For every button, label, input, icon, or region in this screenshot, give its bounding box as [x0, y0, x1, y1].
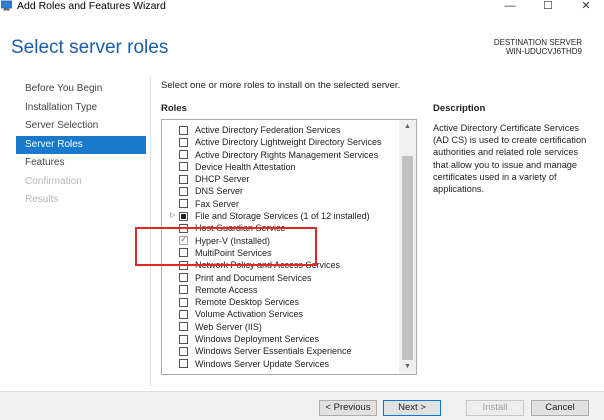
role-row[interactable]: Windows Server Update Services: [162, 358, 399, 370]
role-row[interactable]: Device Health Attestation: [162, 161, 399, 173]
role-label[interactable]: Remote Access: [195, 284, 258, 296]
role-row[interactable]: Volume Activation Services: [162, 308, 399, 320]
role-row[interactable]: Fax Server: [162, 198, 399, 210]
scroll-down-arrow-icon[interactable]: ▼: [399, 360, 416, 374]
role-row[interactable]: Windows Deployment Services: [162, 333, 399, 345]
role-label[interactable]: DHCP Server: [195, 173, 249, 185]
minimize-button[interactable]: —: [500, 0, 520, 12]
role-checkbox[interactable]: [179, 273, 188, 283]
role-checkbox[interactable]: [179, 137, 188, 147]
role-row[interactable]: Print and Document Services: [162, 272, 399, 284]
roles-heading: Roles: [161, 103, 187, 114]
role-checkbox[interactable]: [179, 174, 188, 184]
nav-item-server-roles[interactable]: Server Roles: [16, 135, 146, 154]
role-label[interactable]: File and Storage Services (1 of 12 insta…: [195, 210, 370, 222]
role-row[interactable]: Active Directory Rights Management Servi…: [162, 149, 399, 161]
role-label[interactable]: Web Server (IIS): [195, 321, 262, 333]
role-checkbox[interactable]: [179, 211, 188, 221]
nav-item-before-you-begin[interactable]: Before You Begin: [16, 80, 146, 99]
role-label[interactable]: Active Directory Federation Services: [195, 124, 341, 136]
cancel-button[interactable]: Cancel: [531, 400, 589, 416]
role-checkbox[interactable]: [179, 162, 188, 172]
role-checkbox[interactable]: [179, 334, 188, 344]
role-row[interactable]: Windows Server Essentials Experience: [162, 345, 399, 357]
role-row[interactable]: Active Directory Federation Services: [162, 124, 399, 136]
role-label[interactable]: Windows Server Essentials Experience: [195, 345, 352, 357]
role-checkbox[interactable]: [179, 322, 188, 332]
server-manager-icon: [1, 0, 12, 11]
install-button[interactable]: Install: [466, 400, 524, 416]
role-label[interactable]: DNS Server: [195, 185, 243, 197]
nav-item-features[interactable]: Features: [16, 154, 146, 173]
role-row[interactable]: Web Server (IIS): [162, 321, 399, 333]
role-row[interactable]: DNS Server: [162, 185, 399, 197]
role-label[interactable]: Device Health Attestation: [195, 161, 296, 173]
description-text: Active Directory Certificate Services (A…: [433, 123, 587, 195]
role-row[interactable]: Active Directory Lightweight Directory S…: [162, 136, 399, 148]
role-label[interactable]: Remote Desktop Services: [195, 296, 299, 308]
role-row[interactable]: DHCP Server: [162, 173, 399, 185]
scroll-up-arrow-icon[interactable]: ▲: [399, 120, 416, 134]
next-button[interactable]: Next >: [383, 400, 441, 416]
annotation-highlight-box: [135, 227, 317, 266]
nav-item-server-selection[interactable]: Server Selection: [16, 117, 146, 136]
role-label[interactable]: Active Directory Rights Management Servi…: [195, 149, 378, 161]
role-row[interactable]: Remote Desktop Services: [162, 296, 399, 308]
previous-button[interactable]: < Previous: [319, 400, 377, 416]
window-title: Add Roles and Features Wizard: [17, 0, 166, 12]
intro-text: Select one or more roles to install on t…: [161, 80, 401, 91]
title-bar: Add Roles and Features Wizard — ☐ ✕: [0, 0, 604, 14]
role-label[interactable]: Volume Activation Services: [195, 308, 303, 320]
description-heading: Description: [433, 103, 486, 114]
scroll-thumb[interactable]: [402, 156, 413, 360]
role-label[interactable]: Windows Deployment Services: [195, 333, 319, 345]
role-label[interactable]: Fax Server: [195, 198, 239, 210]
role-label[interactable]: Active Directory Lightweight Directory S…: [195, 136, 382, 148]
role-label[interactable]: Print and Document Services: [195, 272, 312, 284]
destination-server-name: WIN-UDUCVJ6THD9: [506, 47, 582, 56]
role-checkbox[interactable]: [179, 150, 188, 160]
role-checkbox[interactable]: [179, 297, 188, 307]
role-checkbox[interactable]: [179, 285, 188, 295]
wizard-nav: Before You Begin Installation Type Server …: [16, 80, 146, 210]
roles-scrollbar[interactable]: ▲ ▼: [399, 120, 416, 374]
role-label[interactable]: Windows Server Update Services: [195, 358, 329, 370]
page-title: Select server roles: [11, 37, 169, 58]
nav-item-installation-type[interactable]: Installation Type: [16, 99, 146, 118]
role-checkbox[interactable]: [179, 346, 188, 356]
nav-item-results: Results: [25, 194, 59, 205]
role-checkbox[interactable]: [179, 359, 188, 369]
role-checkbox[interactable]: [179, 186, 188, 196]
maximize-button[interactable]: ☐: [538, 0, 558, 12]
expand-arrow-icon[interactable]: ▷: [170, 211, 175, 221]
role-checkbox[interactable]: [179, 125, 188, 135]
close-button[interactable]: ✕: [576, 0, 596, 12]
role-row[interactable]: Remote Access: [162, 284, 399, 296]
role-row[interactable]: ▷ File and Storage Services (1 of 12 inst…: [162, 210, 399, 222]
role-checkbox[interactable]: [179, 199, 188, 209]
nav-item-confirmation: Confirmation: [25, 175, 82, 187]
role-checkbox[interactable]: [179, 309, 188, 319]
